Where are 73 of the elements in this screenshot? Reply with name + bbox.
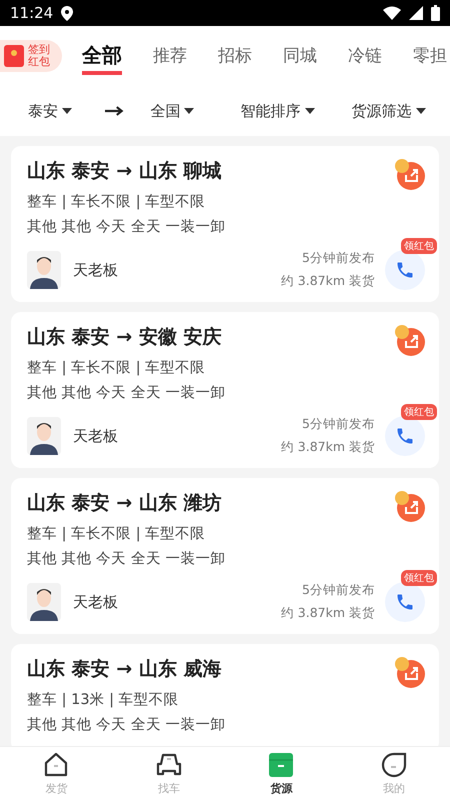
loading-details: 其他 其他 今天 全天 一装一卸 bbox=[27, 384, 226, 402]
caret-icon bbox=[184, 108, 194, 114]
avatar-icon bbox=[27, 251, 61, 289]
loading-distance: 约 3.87km 装货 bbox=[280, 273, 375, 290]
posted-time: 5分钟前发布 bbox=[302, 250, 375, 267]
share-button[interactable] bbox=[393, 324, 425, 356]
loading-distance: 约 3.87km 装货 bbox=[280, 605, 375, 622]
listing-card[interactable]: 山东 泰安 → 山东 威海 整车 | 13米 | 车型不限 其他 其他 今天 全天 一装一卸 bbox=[11, 644, 439, 746]
route-title: 山东 泰安 → 安徽 安庆 bbox=[27, 325, 222, 350]
wifi-icon bbox=[383, 6, 401, 20]
sign-in-badge[interactable]: 签到 红包 bbox=[0, 40, 62, 72]
category-tab[interactable]: 招标 bbox=[218, 44, 252, 72]
origin-filter[interactable]: 泰安 bbox=[28, 102, 105, 120]
poster-name: 天老板 bbox=[73, 260, 119, 280]
vehicle-specs: 整车 | 车长不限 | 车型不限 bbox=[27, 193, 206, 211]
phone-icon bbox=[395, 592, 415, 612]
share-icon bbox=[393, 324, 425, 356]
route-title: 山东 泰安 → 山东 聊城 bbox=[27, 159, 222, 184]
destination-filter[interactable]: 全国 bbox=[150, 102, 241, 120]
battery-icon bbox=[431, 5, 440, 21]
profile-icon bbox=[380, 752, 407, 778]
category-tab[interactable]: 冷链 bbox=[348, 44, 382, 72]
loading-distance: 约 3.87km 装货 bbox=[280, 439, 375, 456]
call-button[interactable] bbox=[385, 250, 425, 290]
arrow-icon bbox=[104, 106, 124, 116]
listing-card[interactable]: 山东 泰安 → 山东 聊城 整车 | 车长不限 | 车型不限 其他 其他 今天 全天 一装一卸 天老板 5分钟前发布 约 3.87km 装货 领红包 bbox=[11, 146, 439, 302]
avatar-icon bbox=[27, 417, 61, 455]
vehicle-specs: 整车 | 车长不限 | 车型不限 bbox=[27, 525, 206, 543]
listing-card[interactable]: 山东 泰安 → 山东 潍坊 整车 | 车长不限 | 车型不限 其他 其他 今天 全天 一装一卸 天老板 5分钟前发布 约 3.87km 装货 领红包 bbox=[11, 478, 439, 634]
bonus-tag: 领红包 bbox=[401, 404, 437, 420]
poster-name: 天老板 bbox=[73, 426, 119, 446]
box-icon bbox=[268, 752, 294, 778]
loading-details: 其他 其他 今天 全天 一装一卸 bbox=[27, 716, 226, 734]
posted-time: 5分钟前发布 bbox=[302, 416, 375, 433]
share-button[interactable] bbox=[393, 490, 425, 522]
share-button[interactable] bbox=[393, 656, 425, 688]
route-title: 山东 泰安 → 山东 威海 bbox=[27, 657, 222, 682]
caret-icon bbox=[62, 108, 72, 114]
vehicle-specs: 整车 | 13米 | 车型不限 bbox=[27, 691, 180, 709]
avatar-icon bbox=[27, 583, 61, 621]
loading-details: 其他 其他 今天 全天 一装一卸 bbox=[27, 550, 226, 568]
share-icon bbox=[393, 656, 425, 688]
bonus-tag: 领红包 bbox=[401, 238, 437, 254]
caret-icon bbox=[304, 108, 315, 114]
car-icon bbox=[154, 752, 183, 778]
home-icon bbox=[43, 752, 70, 778]
posted-time: 5分钟前发布 bbox=[302, 582, 375, 599]
bonus-tag: 领红包 bbox=[401, 570, 437, 586]
location-icon bbox=[61, 6, 74, 20]
poster-name: 天老板 bbox=[73, 592, 119, 612]
category-tab[interactable]: 零担 bbox=[413, 44, 447, 72]
call-button[interactable] bbox=[385, 416, 425, 456]
share-icon bbox=[393, 490, 425, 522]
signal-icon bbox=[409, 6, 423, 20]
envelope-icon bbox=[4, 45, 24, 67]
category-tab[interactable]: 同城 bbox=[283, 44, 317, 72]
cargo-filter[interactable]: 货源筛选 bbox=[352, 102, 450, 120]
route-title: 山东 泰安 → 山东 潍坊 bbox=[27, 491, 222, 516]
listing-card[interactable]: 山东 泰安 → 安徽 安庆 整车 | 车长不限 | 车型不限 其他 其他 今天 全天 一装一卸 天老板 5分钟前发布 约 3.87km 装货 领红包 bbox=[11, 312, 439, 468]
phone-icon bbox=[395, 426, 415, 446]
share-icon bbox=[393, 158, 425, 190]
sort-filter[interactable]: 智能排序 bbox=[240, 102, 352, 120]
caret-icon bbox=[416, 108, 426, 114]
badge-text: 签到 红包 bbox=[28, 44, 50, 68]
vehicle-specs: 整车 | 车长不限 | 车型不限 bbox=[27, 359, 206, 377]
status-time: 11:24 bbox=[10, 4, 54, 22]
nav-tab[interactable]: 货源 bbox=[225, 747, 338, 800]
category-tab[interactable]: 全部 bbox=[82, 42, 122, 74]
call-button[interactable] bbox=[385, 582, 425, 622]
share-button[interactable] bbox=[393, 158, 425, 190]
category-tab[interactable]: 推荐 bbox=[153, 44, 187, 72]
phone-icon bbox=[395, 260, 415, 280]
loading-details: 其他 其他 今天 全天 一装一卸 bbox=[27, 218, 226, 236]
